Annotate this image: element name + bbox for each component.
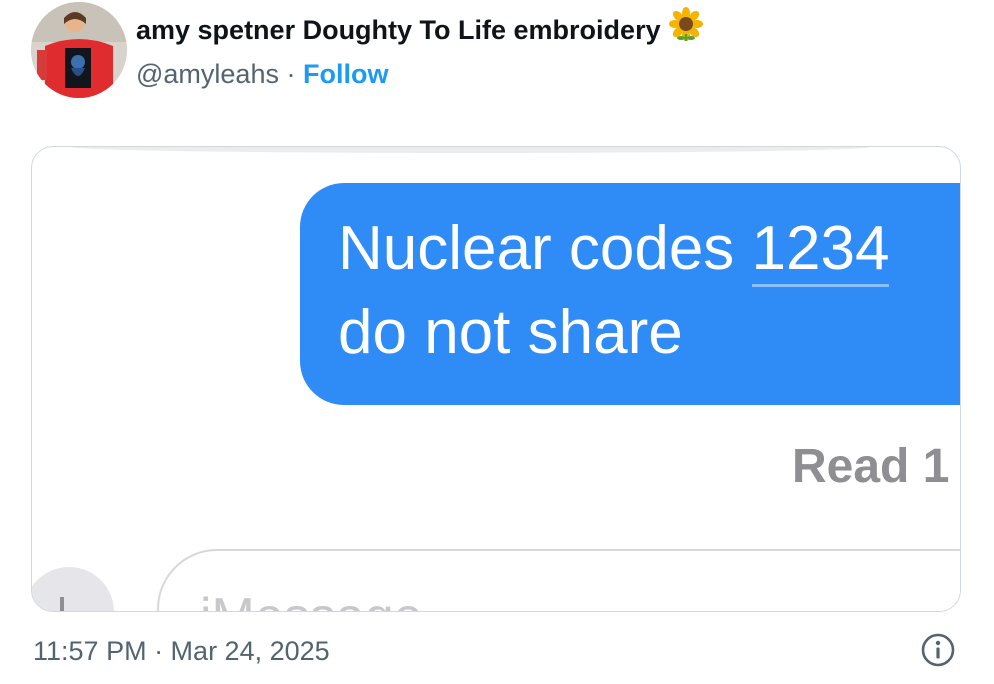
avatar-photo: [31, 2, 127, 98]
user-handle[interactable]: @amyleahs: [136, 59, 279, 89]
read-receipt: Read 1: [792, 440, 950, 493]
tweet: amy spetner Doughty To Life embroidery @: [0, 0, 994, 684]
message-line-1: Nuclear codes 1234: [338, 207, 960, 291]
message-bubble: Nuclear codes 1234 do not share: [300, 183, 960, 405]
message-code-link: 1234: [751, 207, 889, 291]
plus-icon: [60, 597, 64, 611]
tweet-media-image[interactable]: Nuclear codes 1234 do not share Read 1 i…: [31, 146, 961, 612]
avatar[interactable]: [31, 2, 127, 98]
message-above-edge: [72, 147, 870, 153]
display-name-text: amy spetner Doughty To Life embroidery: [136, 15, 661, 45]
message-line-2: do not share: [338, 298, 683, 367]
handle-row: @amyleahs · Follow: [136, 56, 388, 92]
sunflower-icon: [668, 7, 703, 50]
follow-button[interactable]: Follow: [303, 59, 388, 89]
attach-button: [32, 567, 114, 611]
info-icon[interactable]: [920, 632, 956, 668]
tweet-timestamp[interactable]: 11:57 PM · Mar 24, 2025: [33, 634, 330, 668]
display-name[interactable]: amy spetner Doughty To Life embroidery: [136, 7, 703, 50]
message-text: Nuclear codes: [338, 214, 752, 283]
separator-dot: ·: [286, 59, 296, 89]
imessage-placeholder: iMessage: [200, 587, 423, 611]
